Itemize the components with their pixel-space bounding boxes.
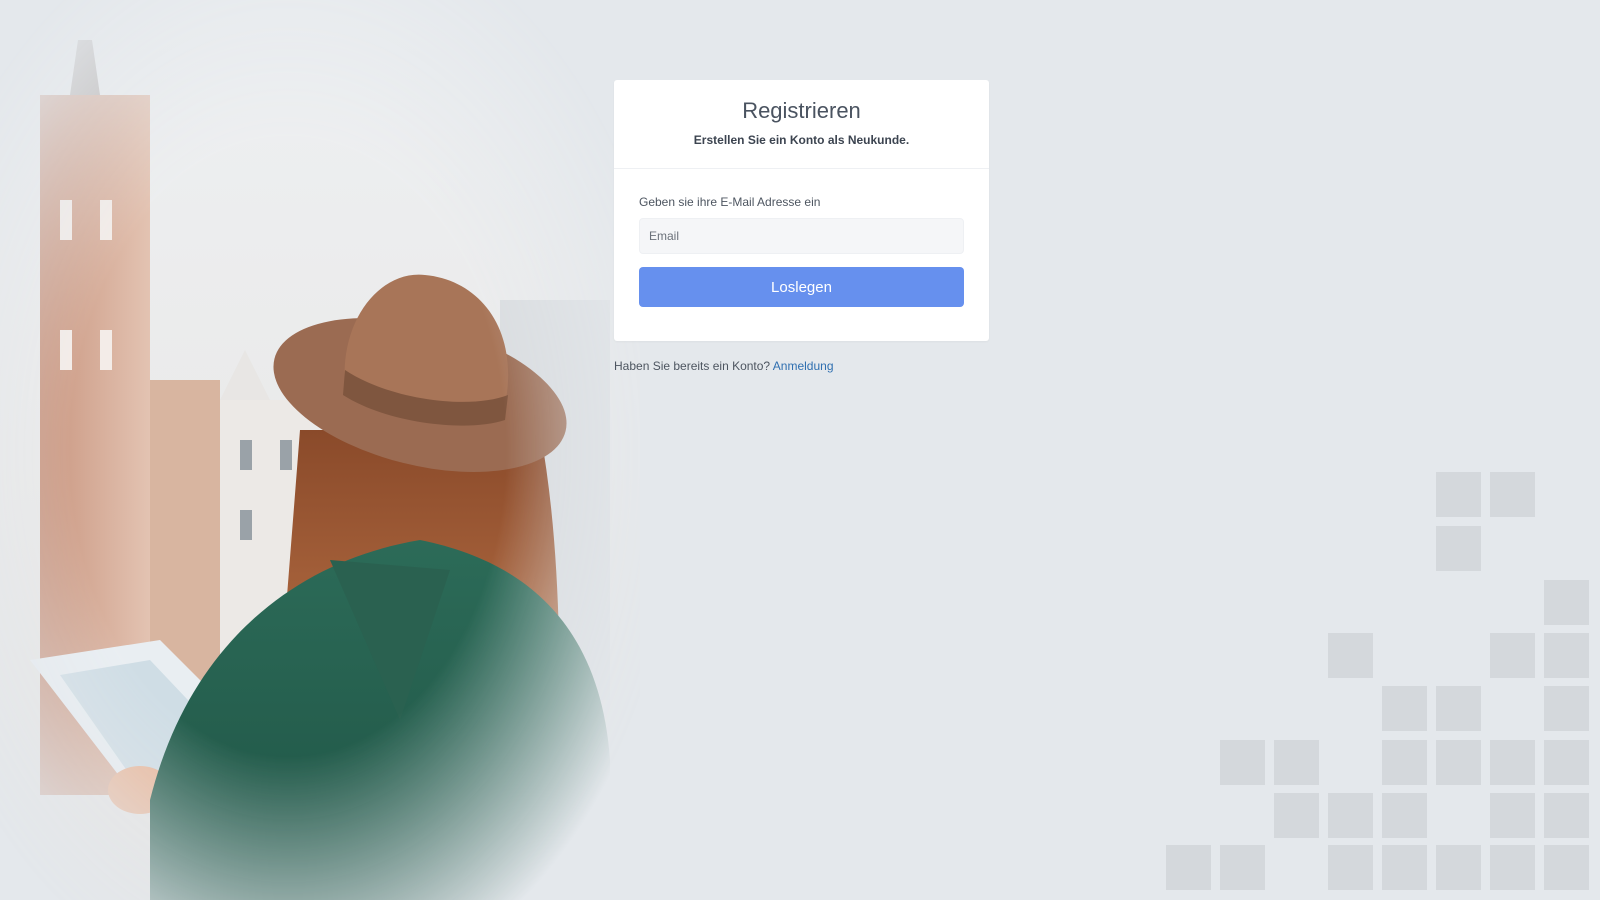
register-card: Registrieren Erstellen Sie ein Konto als…	[614, 80, 989, 341]
page-subtitle: Erstellen Sie ein Konto als Neukunde.	[693, 133, 910, 147]
decor-square	[1544, 633, 1589, 678]
decor-square	[1328, 793, 1373, 838]
decor-square	[1436, 686, 1481, 731]
decor-square	[1490, 472, 1535, 517]
login-link[interactable]: Anmeldung	[773, 359, 834, 373]
decor-square	[1436, 845, 1481, 890]
page-title: Registrieren	[742, 98, 861, 123]
decor-square	[1274, 793, 1319, 838]
decor-square	[1490, 740, 1535, 785]
email-label: Geben sie ihre E-Mail Adresse ein	[639, 195, 821, 209]
decor-square	[1382, 686, 1427, 731]
decor-square	[1274, 740, 1319, 785]
register-card-header: Registrieren Erstellen Sie ein Konto als…	[614, 80, 989, 169]
hero-traveler-image	[0, 0, 640, 900]
decor-square	[1544, 740, 1589, 785]
login-question: Haben Sie bereits ein Konto?	[614, 359, 771, 373]
decor-square	[1166, 845, 1211, 890]
decor-square	[1382, 793, 1427, 838]
decor-square	[1328, 633, 1373, 678]
decor-square	[1220, 845, 1265, 890]
login-prompt: Haben Sie bereits ein Konto? Anmeldung	[614, 359, 834, 373]
decor-square	[1436, 740, 1481, 785]
decor-square	[1490, 793, 1535, 838]
decor-square	[1328, 845, 1373, 890]
decor-square	[1544, 580, 1589, 625]
decor-square	[1220, 740, 1265, 785]
register-form: Geben sie ihre E-Mail Adresse ein Losleg…	[614, 169, 989, 307]
decor-square	[1490, 633, 1535, 678]
email-field[interactable]	[639, 218, 964, 254]
decor-square	[1544, 686, 1589, 731]
decor-square	[1436, 472, 1481, 517]
submit-button[interactable]: Loslegen	[639, 267, 964, 307]
decor-square	[1382, 740, 1427, 785]
decor-square	[1382, 845, 1427, 890]
decor-square	[1544, 793, 1589, 838]
decor-square	[1436, 526, 1481, 571]
decor-square	[1544, 845, 1589, 890]
decor-square	[1490, 845, 1535, 890]
